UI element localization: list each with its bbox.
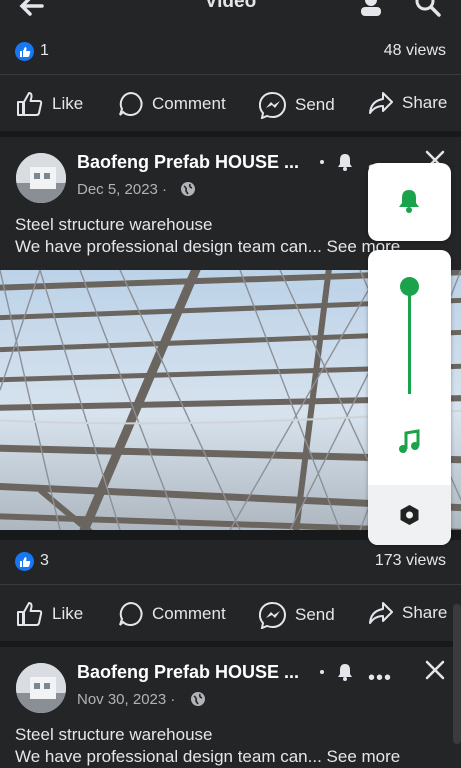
like-reaction-icon <box>15 552 34 571</box>
volume-slider-track[interactable] <box>408 286 411 394</box>
send-label: Send <box>295 95 335 114</box>
post-text-line2: We have professional design team can... … <box>15 746 400 768</box>
view-count: 48 views <box>383 42 446 59</box>
thumbs-up-icon <box>17 602 43 626</box>
profile-icon[interactable] <box>358 0 384 16</box>
settings-section[interactable] <box>368 485 451 545</box>
volume-panel <box>368 250 451 545</box>
view-count: 173 views <box>374 552 446 569</box>
share-icon <box>369 602 393 624</box>
separator-dot <box>320 670 324 674</box>
bell-icon[interactable] <box>337 663 353 681</box>
messenger-icon <box>259 601 286 629</box>
post-action-bar: Like Comment Send Share <box>0 584 461 641</box>
comment-icon <box>119 601 143 626</box>
post-text: We have professional design team can... <box>15 237 322 256</box>
like-count[interactable]: 3 <box>40 552 49 570</box>
like-count[interactable]: 1 <box>40 42 49 60</box>
share-label: Share <box>402 93 448 112</box>
post-date[interactable]: Dec 5, 2023 · <box>77 181 167 198</box>
post-text-line1: Steel structure warehouse <box>15 215 213 234</box>
page-title: Video <box>204 0 257 12</box>
like-button[interactable]: Like <box>16 601 83 627</box>
top-bar: Video <box>0 0 461 30</box>
messenger-icon <box>259 91 286 119</box>
bell-icon <box>399 190 419 213</box>
comment-button[interactable]: Comment <box>118 91 226 117</box>
scrollbar[interactable] <box>453 604 461 744</box>
comment-label: Comment <box>152 94 226 113</box>
share-label: Share <box>402 603 448 622</box>
post-header: Baofeng Prefab HOUSE ... ••• Nov 30, 202… <box>0 647 461 768</box>
search-icon[interactable] <box>413 0 443 17</box>
see-more-link[interactable]: See more <box>327 747 401 766</box>
share-button[interactable]: Share <box>368 601 447 625</box>
post-text: We have professional design team can... <box>15 747 322 766</box>
thumbs-up-icon <box>17 92 43 116</box>
share-button[interactable]: Share <box>368 91 447 115</box>
like-label: Like <box>52 604 84 623</box>
globe-icon <box>191 692 205 706</box>
globe-icon <box>181 182 195 196</box>
author-name[interactable]: Baofeng Prefab HOUSE ... <box>77 662 299 683</box>
comment-icon <box>119 91 143 116</box>
post-text-line2: We have professional design team can... … <box>15 236 400 258</box>
post-action-bar: Like Comment Send Share <box>0 74 461 131</box>
more-options-icon[interactable]: ••• <box>368 667 392 690</box>
send-button[interactable]: Send <box>259 601 335 629</box>
send-button[interactable]: Send <box>259 91 335 119</box>
settings-hexagon-icon <box>400 505 419 525</box>
volume-slider-handle[interactable] <box>400 277 419 296</box>
post-text-line1: Steel structure warehouse <box>15 725 213 744</box>
separator-dot <box>320 160 324 164</box>
avatar[interactable] <box>16 663 66 713</box>
post-date[interactable]: Nov 30, 2023 · <box>77 691 175 708</box>
post-stats: 1 48 views <box>0 30 461 74</box>
like-label: Like <box>52 94 84 113</box>
comment-label: Comment <box>152 604 226 623</box>
share-icon <box>369 92 393 114</box>
like-button[interactable]: Like <box>16 91 83 117</box>
avatar[interactable] <box>16 153 66 203</box>
like-reaction-icon <box>15 42 34 61</box>
notification-toggle-panel[interactable] <box>368 163 451 241</box>
music-note-icon[interactable] <box>398 429 420 455</box>
send-label: Send <box>295 605 335 624</box>
comment-button[interactable]: Comment <box>118 601 226 627</box>
author-name[interactable]: Baofeng Prefab HOUSE ... <box>77 152 299 173</box>
post-stats: 3 173 views <box>0 540 461 584</box>
close-icon[interactable] <box>425 660 445 680</box>
bell-icon[interactable] <box>337 153 353 171</box>
